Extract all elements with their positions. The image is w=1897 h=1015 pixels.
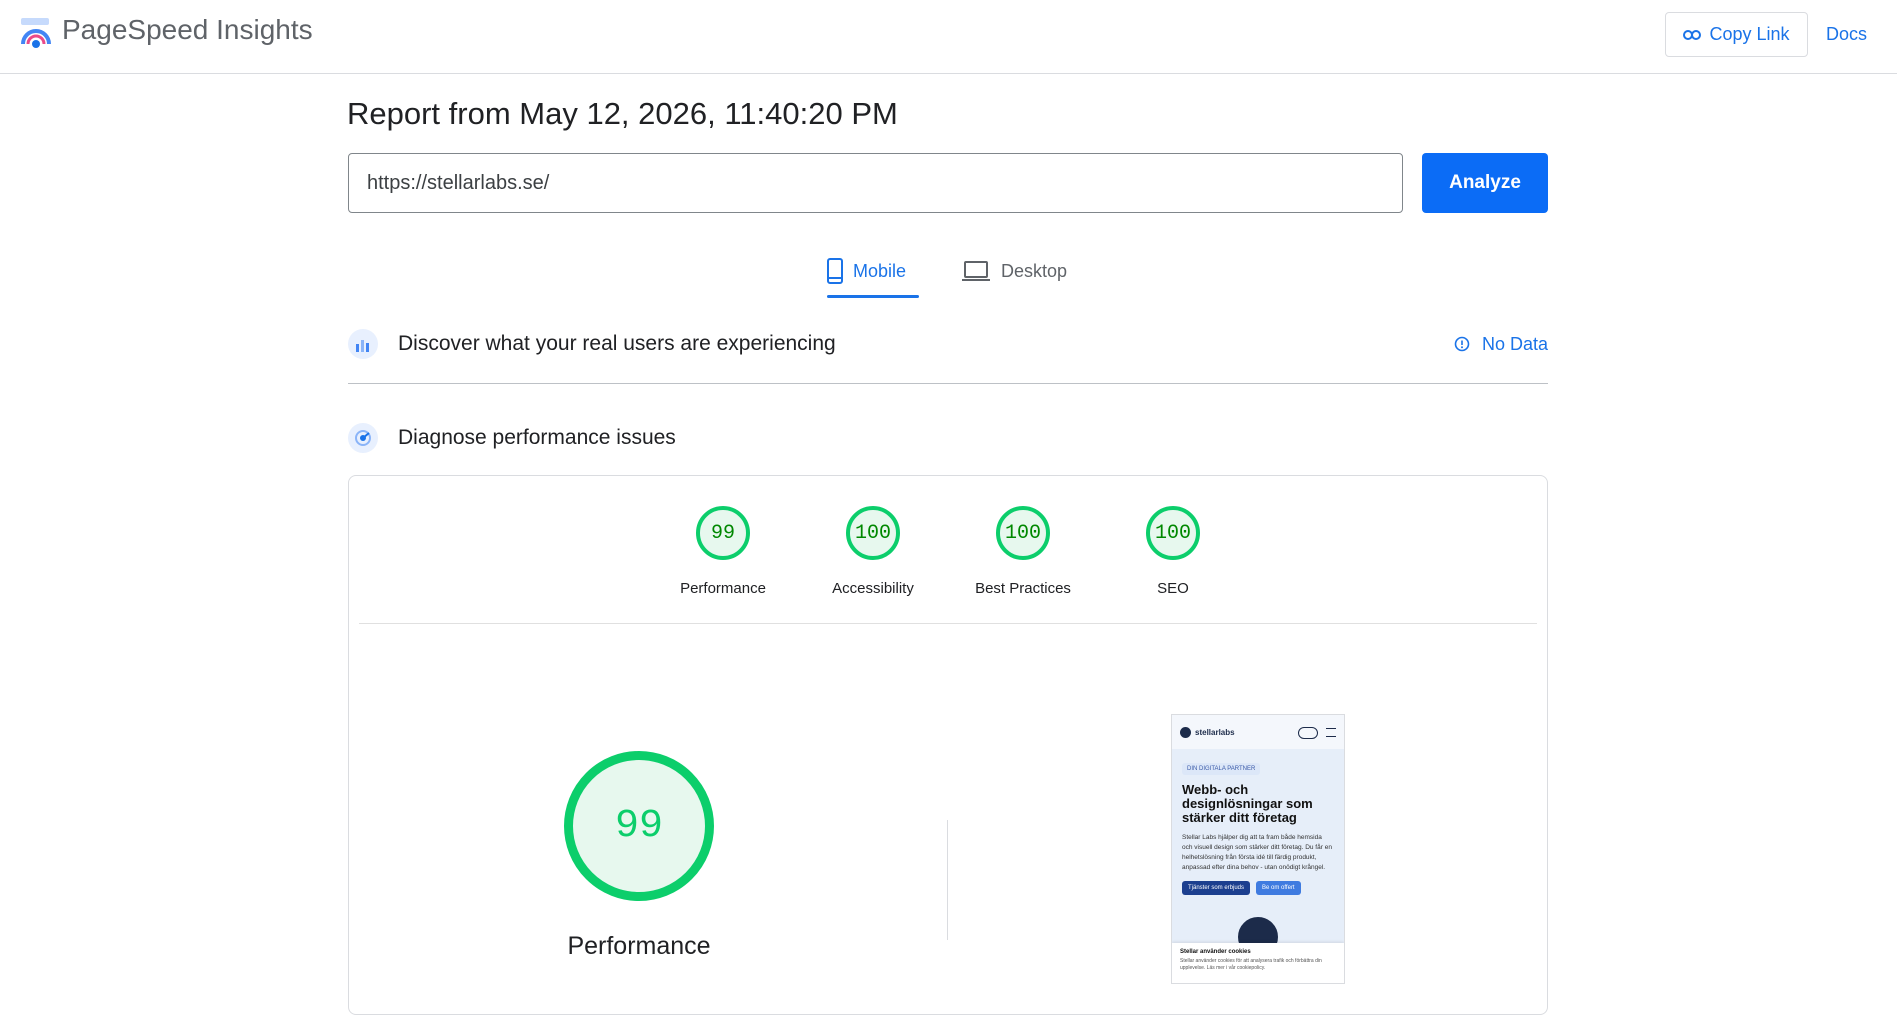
- page-screenshot-thumbnail: stellarlabs DIN DIGITALA PARTNER Webb- o…: [1171, 714, 1345, 984]
- score-label: Best Practices: [975, 580, 1071, 597]
- smartphone-icon: [827, 258, 843, 284]
- laptop-icon: [962, 261, 990, 281]
- score-label: Performance: [680, 580, 766, 597]
- no-data-label: No Data: [1481, 333, 1548, 354]
- score-label: Accessibility: [832, 580, 914, 597]
- screenshot-body: Stellar Labs hjälper dig att ta fram båd…: [1182, 834, 1332, 871]
- screenshot-primary-button: Tjänster som erbjuds: [1182, 881, 1251, 895]
- cookie-text: Stellar använder cookies för att analyse…: [1180, 958, 1322, 971]
- tab-desktop[interactable]: Desktop: [961, 244, 1067, 298]
- app-title: PageSpeed Insights: [62, 14, 313, 45]
- performance-main-gauge: 99: [564, 751, 714, 901]
- score-gauge-best-practices[interactable]: 100 Best Practices: [958, 506, 1088, 597]
- tab-desktop-label: Desktop: [1001, 260, 1068, 281]
- screenshot-brand: stellarlabs: [1195, 727, 1235, 737]
- tab-mobile[interactable]: Mobile: [827, 244, 906, 298]
- screenshot-cookie-banner: Stellar använder cookies Stellar använde…: [1172, 943, 1344, 983]
- card-divider: [359, 623, 1537, 624]
- tab-mobile-label: Mobile: [853, 260, 907, 281]
- analyze-button[interactable]: Analyze: [1422, 153, 1548, 213]
- screenshot-buttons: Tjänster som erbjuds Be om offert: [1182, 881, 1334, 895]
- url-input[interactable]: [348, 153, 1403, 213]
- lab-data-icon: [348, 423, 378, 453]
- tab-selected-indicator: [827, 295, 919, 298]
- no-data-status[interactable]: No Data: [1454, 334, 1548, 355]
- score-gauge-accessibility[interactable]: 100 Accessibility: [808, 506, 938, 597]
- field-data-icon: [348, 329, 378, 359]
- score-gauge-seo[interactable]: 100 SEO: [1108, 506, 1238, 597]
- score-label: SEO: [1157, 580, 1189, 597]
- copy-link-button[interactable]: Copy Link: [1665, 12, 1808, 57]
- score-circle: 100: [1146, 506, 1200, 560]
- screenshot-badge: DIN DIGITALA PARTNER: [1182, 763, 1261, 775]
- score-circle: 99: [696, 506, 750, 560]
- score-gauge-performance[interactable]: 99 Performance: [658, 506, 788, 597]
- theme-toggle-icon: [1298, 727, 1318, 739]
- report-card: 99 Performance 100 Accessibility 100 Bes…: [348, 475, 1548, 1015]
- field-data-section: Discover what your real users are experi…: [348, 329, 1548, 359]
- score-circle: 100: [996, 506, 1050, 560]
- info-icon: [1454, 336, 1470, 352]
- lab-data-title: Diagnose performance issues: [398, 426, 676, 449]
- lab-data-section: Diagnose performance issues: [348, 423, 1548, 453]
- docs-link[interactable]: Docs: [1826, 24, 1867, 45]
- screenshot-navbar: stellarlabs: [1172, 715, 1344, 749]
- top-header: PageSpeed Insights Copy Link Docs: [0, 0, 1897, 74]
- cookie-title: Stellar använder cookies: [1180, 949, 1251, 955]
- menu-icon: [1326, 728, 1336, 737]
- screenshot-heading: Webb- och designlösningar som stärker di…: [1182, 782, 1313, 825]
- performance-main-label: Performance: [567, 932, 711, 960]
- copy-link-label: Copy Link: [1709, 24, 1790, 44]
- vertical-divider: [947, 820, 948, 940]
- report-title: Report from May 12, 2026, 11:40:20 PM: [347, 96, 898, 131]
- field-data-title: Discover what your real users are experi…: [398, 332, 836, 355]
- link-icon: [1683, 29, 1702, 40]
- pagespeed-logo-icon: [21, 18, 51, 48]
- brand-logo-icon: [1180, 726, 1191, 738]
- score-circle: 100: [846, 506, 900, 560]
- section-divider: [348, 383, 1548, 384]
- screenshot-secondary-button: Be om offert: [1256, 881, 1301, 895]
